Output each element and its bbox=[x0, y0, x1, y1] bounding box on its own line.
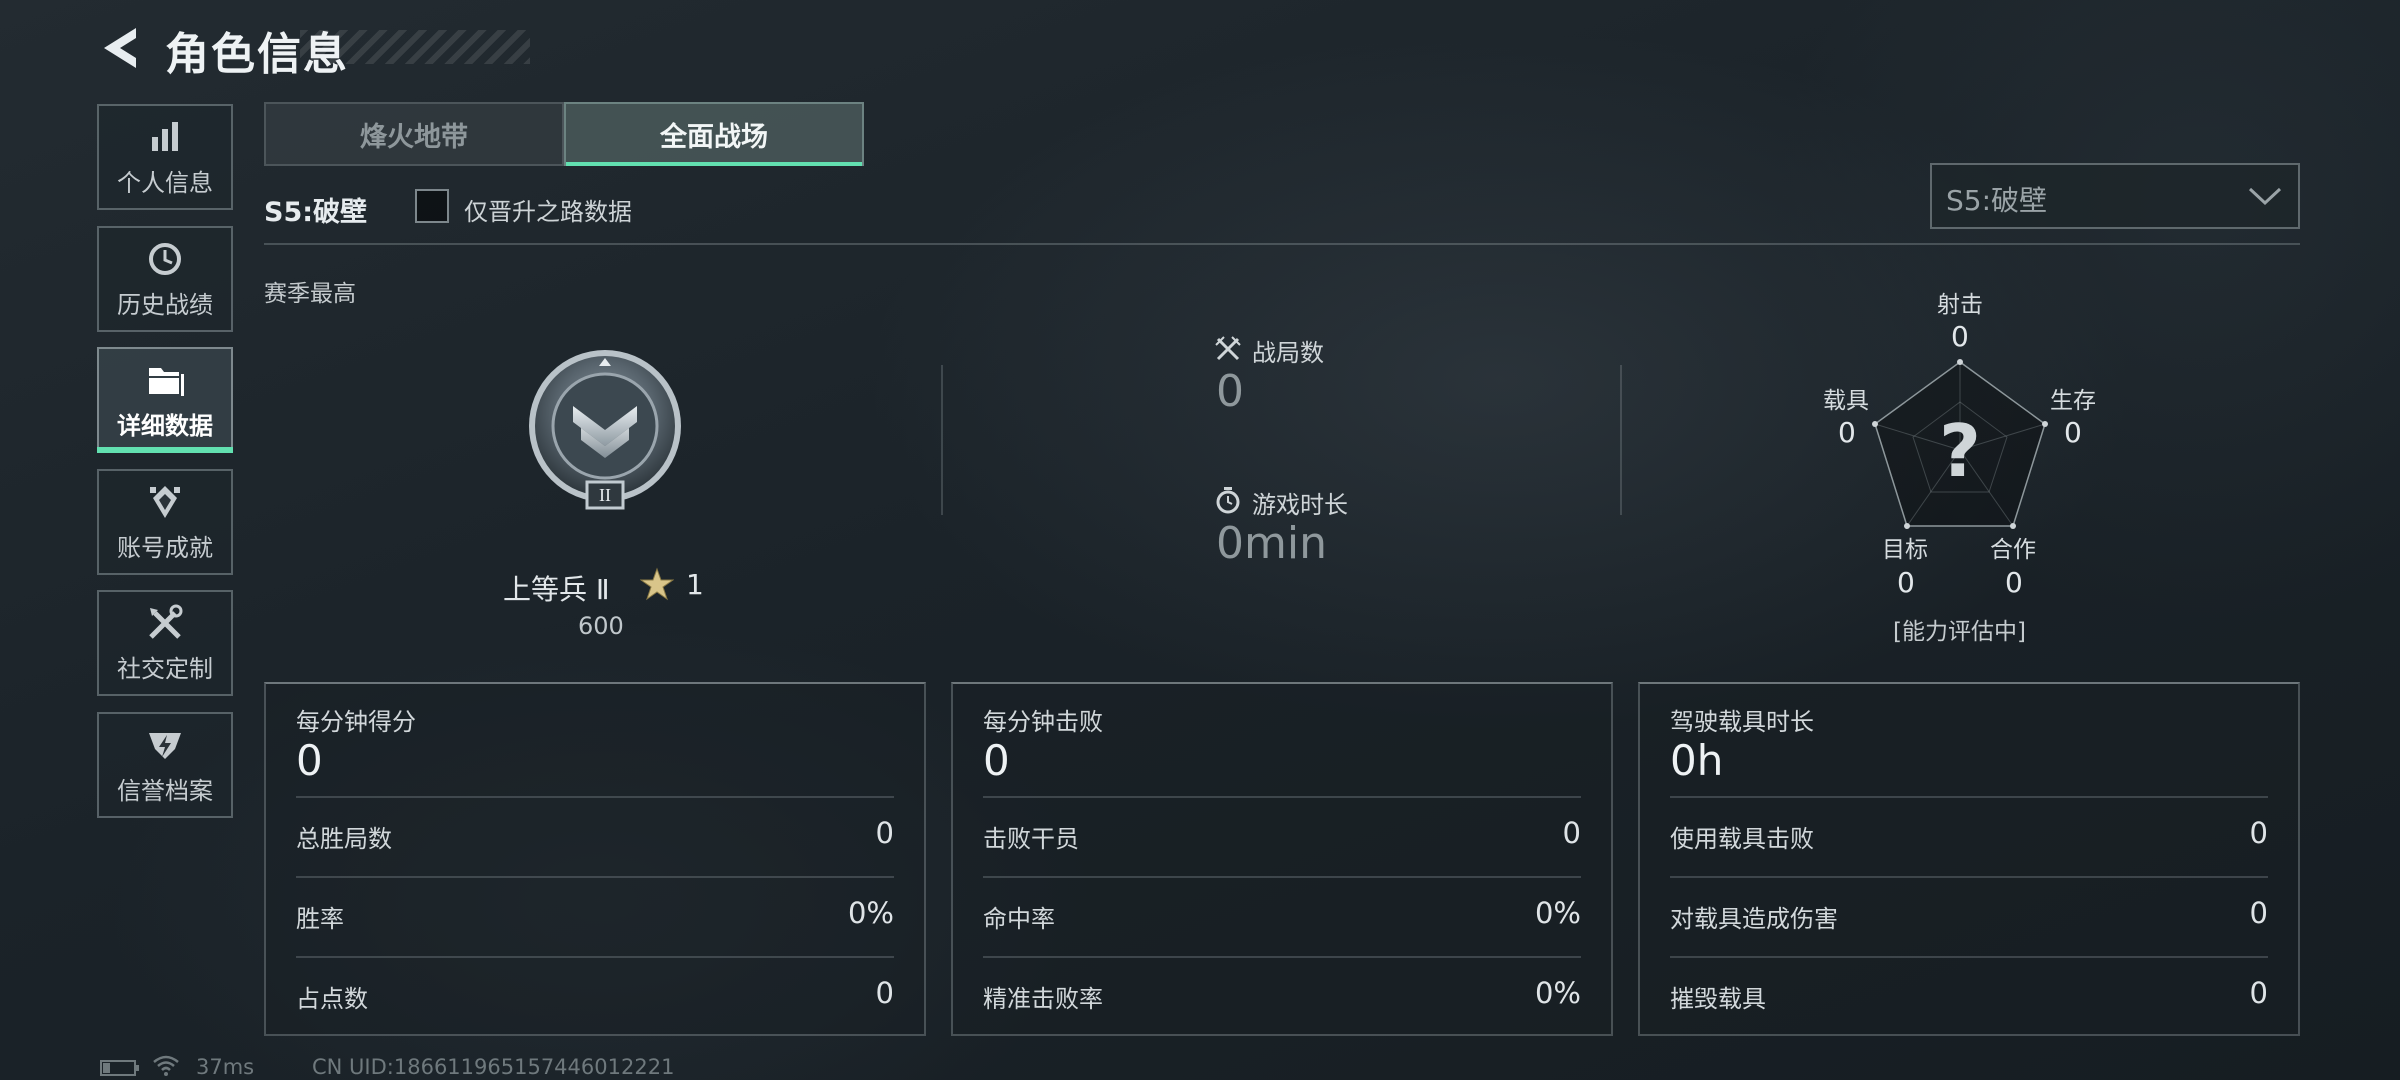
row-value: 0 bbox=[2249, 896, 2268, 930]
season-dropdown-value: S5:破壁 bbox=[1946, 184, 2048, 217]
rank-points: 600 bbox=[578, 612, 624, 640]
ability-radar-chart: ? bbox=[1872, 359, 2048, 529]
promotion-only-label[interactable]: 仅晋升之路数据 bbox=[464, 192, 632, 227]
row-label: 摧毁载具 bbox=[1670, 985, 1766, 1013]
card-main-value: 0h bbox=[1670, 736, 1724, 785]
divider bbox=[296, 956, 894, 958]
battery-icon bbox=[100, 1060, 139, 1076]
sidebar-item-label: 详细数据 bbox=[117, 411, 213, 440]
rank-badge-numeral: II bbox=[599, 485, 611, 505]
sidebar-item-social[interactable]: 社交定制 bbox=[97, 590, 233, 696]
radar-center-mark: ? bbox=[1939, 409, 1981, 493]
row-label: 胜率 bbox=[296, 905, 344, 933]
tools-icon bbox=[149, 604, 183, 639]
page-title: 角色信息 bbox=[165, 29, 349, 80]
radar-label-objective: 目标 bbox=[1882, 537, 1928, 563]
chevron-down-icon bbox=[2248, 187, 2282, 206]
clock-history-icon bbox=[149, 242, 181, 275]
row-label: 使用载具击败 bbox=[1670, 825, 1814, 853]
uid-text: CN UID:18661196515744601222​1 bbox=[312, 1055, 675, 1079]
radar-value-shooting: 0 bbox=[1951, 320, 1969, 353]
promotion-only-checkbox[interactable] bbox=[415, 189, 449, 223]
row-label: 命中率 bbox=[983, 905, 1055, 933]
row-label: 总胜局数 bbox=[296, 825, 392, 853]
row-value: 0 bbox=[2249, 816, 2268, 850]
stat-card-kills: 每分钟击败 0 击败干员 0 命中率 0% 精准击败率 0% bbox=[951, 682, 1613, 1036]
card-main-value: 0 bbox=[983, 736, 1010, 785]
sidebar-item-label: 个人信息 bbox=[117, 168, 213, 197]
divider bbox=[1670, 796, 2268, 798]
achievement-badge-icon bbox=[150, 485, 180, 518]
row-label: 占点数 bbox=[296, 985, 368, 1013]
row-value: 0 bbox=[1562, 816, 1581, 850]
divider bbox=[264, 243, 2300, 245]
stat-card-score: 每分钟得分 0 总胜局数 0 胜率 0% 占点数 0 bbox=[264, 682, 926, 1036]
radar-value-teamwork: 0 bbox=[2005, 566, 2023, 599]
radar-label-survival: 生存 bbox=[2050, 388, 2096, 414]
card-title: 每分钟得分 bbox=[296, 708, 416, 736]
row-label: 击败干员 bbox=[983, 825, 1079, 853]
sidebar-item-label: 社交定制 bbox=[117, 654, 213, 683]
star-icon bbox=[640, 567, 674, 601]
divider bbox=[296, 796, 894, 798]
row-label: 精准击败率 bbox=[983, 985, 1103, 1013]
bar-chart-icon bbox=[152, 121, 178, 151]
row-value: 0 bbox=[875, 816, 894, 850]
stat-card-vehicle: 驾驶载具时长 0h 使用载具击败 0 对载具造成伤害 0 摧毁载具 0 bbox=[1638, 682, 2300, 1036]
playtime-value: 0min bbox=[1216, 518, 1327, 569]
divider bbox=[296, 876, 894, 878]
row-value: 0% bbox=[1534, 976, 1581, 1010]
sidebar-item-credit[interactable]: 信誉档案 bbox=[97, 712, 233, 818]
sidebar-item-label: 历史战绩 bbox=[117, 290, 213, 319]
row-value: 0% bbox=[847, 896, 894, 930]
shield-emblem-icon bbox=[149, 732, 181, 759]
divider bbox=[1670, 956, 2268, 958]
divider bbox=[983, 876, 1581, 878]
ping-text: 37ms bbox=[196, 1055, 255, 1079]
sidebar-item-history[interactable]: 历史战绩 bbox=[97, 226, 233, 332]
tab-full-battlefield[interactable]: 全面战场 bbox=[564, 102, 864, 166]
matches-label: 战局数 bbox=[1252, 339, 1324, 367]
sidebar-item-label: 信誉档案 bbox=[117, 776, 213, 805]
sidebar-item-detailed-data[interactable]: 详细数据 bbox=[97, 347, 233, 453]
season-best-label: 赛季最高 bbox=[264, 281, 356, 307]
card-main-value: 0 bbox=[296, 736, 323, 785]
row-value: 0% bbox=[1534, 896, 1581, 930]
sidebar-item-personal-info[interactable]: 个人信息 bbox=[97, 104, 233, 210]
divider bbox=[983, 796, 1581, 798]
stopwatch-icon bbox=[1216, 487, 1240, 514]
folder-icon bbox=[149, 367, 184, 396]
sidebar-item-label: 账号成就 bbox=[117, 533, 213, 562]
season-label: S5:破壁 bbox=[264, 197, 368, 228]
divider bbox=[1620, 365, 1622, 515]
ability-status: [能力评估中] bbox=[1893, 619, 2026, 645]
matches-value: 0 bbox=[1216, 366, 1244, 417]
crossed-swords-icon bbox=[1215, 336, 1241, 361]
wifi-icon bbox=[153, 1055, 179, 1076]
radar-value-survival: 0 bbox=[2064, 416, 2082, 449]
divider bbox=[983, 956, 1581, 958]
sidebar-item-achievements[interactable]: 账号成就 bbox=[97, 469, 233, 575]
rank-name: 上等兵 Ⅱ bbox=[503, 573, 610, 606]
rank-badge-icon: II bbox=[529, 350, 681, 510]
row-value: 0 bbox=[875, 976, 894, 1010]
row-label: 对载具造成伤害 bbox=[1670, 905, 1838, 933]
back-arrow-icon[interactable] bbox=[96, 22, 148, 74]
divider bbox=[1670, 876, 2268, 878]
playtime-label: 游戏时长 bbox=[1252, 491, 1348, 519]
divider bbox=[941, 365, 943, 515]
card-title: 每分钟击败 bbox=[983, 708, 1103, 736]
radar-label-vehicle: 载具 bbox=[1823, 388, 1869, 414]
radar-label-teamwork: 合作 bbox=[1990, 537, 2036, 563]
card-title: 驾驶载具时长 bbox=[1670, 708, 1814, 736]
season-dropdown[interactable]: S5:破壁 bbox=[1930, 163, 2300, 229]
radar-label-shooting: 射击 bbox=[1937, 292, 1983, 318]
radar-value-objective: 0 bbox=[1897, 566, 1915, 599]
tab-fire-zone[interactable]: 烽火地带 bbox=[264, 102, 564, 166]
radar-value-vehicle: 0 bbox=[1838, 416, 1856, 449]
row-value: 0 bbox=[2249, 976, 2268, 1010]
rank-stars-count: 1 bbox=[686, 568, 704, 601]
